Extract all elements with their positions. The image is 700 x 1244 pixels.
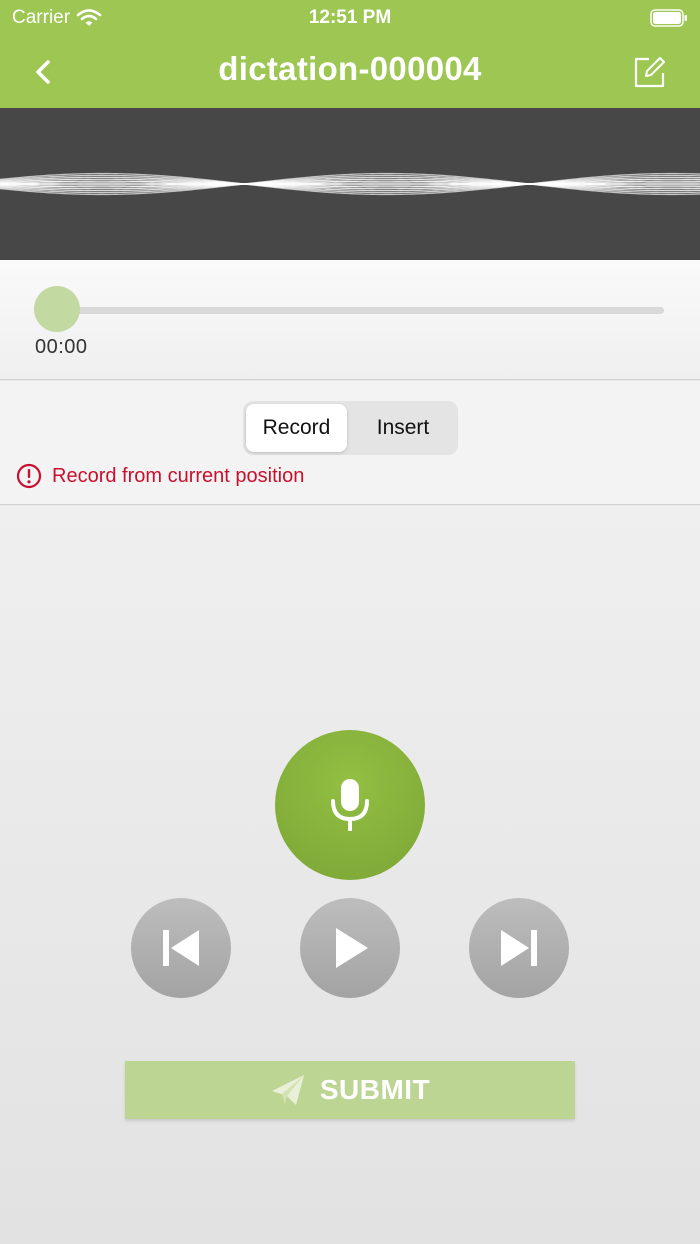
page-title: dictation-000004	[218, 50, 482, 87]
progress-thumb[interactable]	[34, 286, 80, 332]
play-button[interactable]	[300, 898, 400, 998]
controls-panel: SUBMIT	[0, 506, 700, 1244]
battery-icon	[650, 9, 687, 27]
waveform-graphic	[0, 172, 700, 196]
skip-forward-button[interactable]	[469, 898, 569, 998]
segment-insert[interactable]: Insert	[351, 404, 455, 452]
status-bar: Carrier 12:51 PM	[0, 0, 700, 36]
submit-button[interactable]: SUBMIT	[125, 1061, 575, 1119]
play-icon	[336, 928, 368, 968]
edit-button[interactable]	[632, 54, 668, 90]
mode-hint-text: Record from current position	[52, 464, 305, 487]
microphone-icon	[331, 779, 369, 831]
segment-record[interactable]: Record	[246, 404, 347, 452]
mode-hint: Record from current position	[16, 463, 304, 489]
status-time: 12:51 PM	[308, 7, 392, 28]
edit-icon	[634, 57, 665, 88]
paper-plane-icon	[271, 1075, 304, 1105]
mode-section: Record Insert Record from current positi…	[0, 381, 700, 505]
skip-back-button[interactable]	[131, 898, 231, 998]
skip-forward-icon	[501, 930, 537, 966]
playback-progress: 00:00	[0, 260, 700, 380]
skip-back-icon	[163, 930, 199, 966]
submit-label: SUBMIT	[319, 1074, 431, 1105]
info-circle-icon	[16, 463, 42, 489]
record-button[interactable]	[275, 730, 425, 880]
progress-track[interactable]	[52, 307, 664, 314]
mode-segmented-control: Record Insert	[243, 401, 458, 455]
header: Carrier 12:51 PM dictation-000004	[0, 0, 700, 108]
waveform-display	[0, 108, 700, 260]
nav-bar: dictation-000004	[0, 36, 700, 108]
current-time: 00:00	[35, 336, 88, 358]
